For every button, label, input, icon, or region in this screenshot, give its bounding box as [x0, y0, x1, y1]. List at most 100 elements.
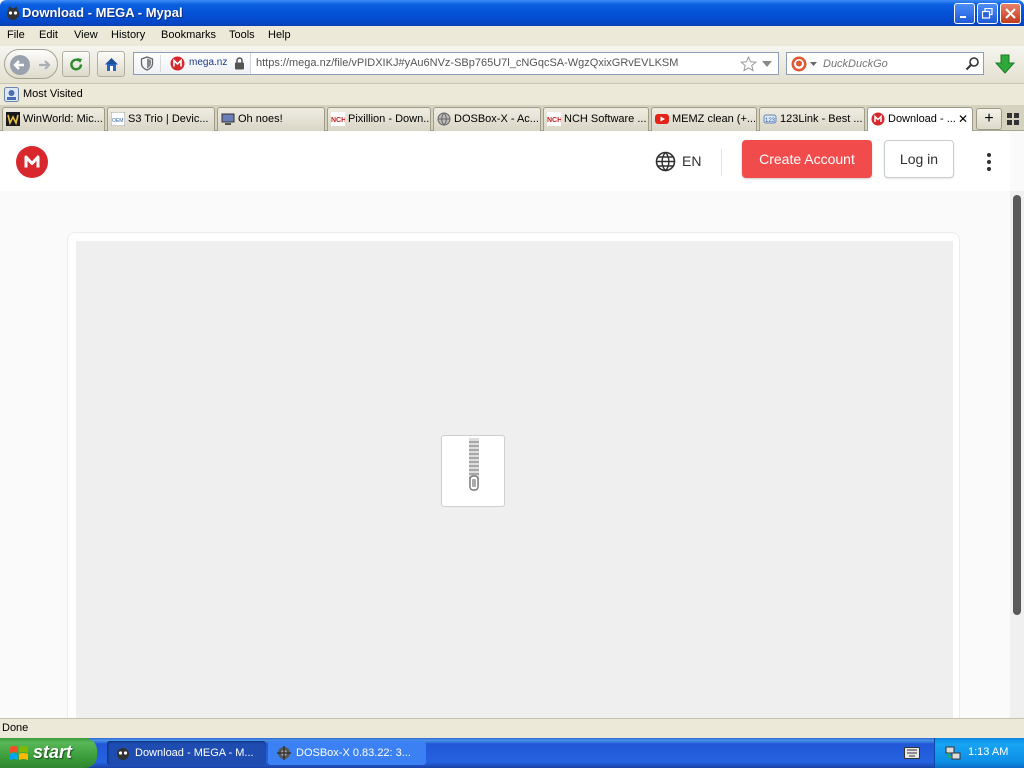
menu-bar: File Edit View History Bookmarks Tools H…: [0, 26, 1024, 46]
close-window-button[interactable]: [1000, 3, 1021, 24]
minimize-button[interactable]: [954, 3, 975, 24]
tab-nch-software[interactable]: NCH NCH Software ...: [543, 107, 649, 131]
nch-icon: NCH: [547, 112, 561, 126]
svg-text:123: 123: [765, 118, 776, 124]
login-button[interactable]: Log in: [884, 140, 954, 178]
create-account-button[interactable]: Create Account: [742, 140, 872, 178]
menu-tools[interactable]: Tools: [229, 29, 255, 41]
oem-icon: OEM: [111, 112, 125, 126]
status-bar: Done: [0, 718, 1024, 738]
navigation-toolbar: mega.nz https://mega.nz/file/vPIDXIKJ#yA…: [0, 46, 1024, 84]
search-input[interactable]: [823, 56, 953, 72]
computer-icon: [221, 113, 235, 125]
menu-edit[interactable]: Edit: [39, 29, 58, 41]
youtube-icon: [655, 114, 669, 124]
most-visited-folder-icon: [4, 87, 19, 102]
tab-label: DOSBox-X - Ac...: [454, 113, 539, 125]
menu-help[interactable]: Help: [268, 29, 291, 41]
forward-arrow-icon[interactable]: [36, 57, 52, 73]
reload-button[interactable]: [62, 51, 90, 77]
tab-winworld[interactable]: WinWorld: Mic...: [2, 107, 105, 131]
zip-file-icon: [441, 435, 505, 507]
search-bar[interactable]: [786, 52, 984, 75]
mega-favicon-icon: [170, 56, 185, 71]
tab-label: 123Link - Best ...: [780, 113, 863, 125]
restore-icon: [982, 8, 993, 19]
search-engine-dropdown-icon[interactable]: [810, 62, 817, 67]
system-tray: 1:13 AM: [934, 738, 1024, 768]
zip-zipper-icon: [469, 438, 479, 491]
more-options-icon[interactable]: [984, 152, 994, 172]
tab-label: MEMZ clean (+...: [672, 113, 757, 125]
most-visited-label: Most Visited: [23, 88, 83, 100]
menu-view[interactable]: View: [74, 29, 98, 41]
dosbox-app-icon: [277, 746, 291, 760]
taskbar-item-mypal[interactable]: Download - MEGA - M...: [107, 741, 266, 765]
back-forward-group: [4, 49, 58, 79]
tab-strip: WinWorld: Mic... OEM S3 Trio | Devic... …: [0, 105, 1024, 132]
taskbar-item-label: Download - MEGA - M...: [135, 747, 254, 759]
windows-taskbar: start Download - MEGA - M... DOSBox-X 0.…: [0, 738, 1024, 768]
tab-label: Pixillion - Down...: [348, 113, 431, 125]
all-tabs-grid-icon[interactable]: [1007, 113, 1019, 125]
bookmarks-toolbar: Most Visited: [0, 84, 1024, 105]
menu-file[interactable]: File: [7, 29, 25, 41]
network-icon[interactable]: [945, 745, 961, 761]
clock[interactable]: 1:13 AM: [968, 746, 1008, 758]
tab-dosbox-x[interactable]: DOSBox-X - Ac...: [433, 107, 541, 131]
start-label: start: [33, 742, 73, 762]
start-button[interactable]: start: [0, 738, 97, 768]
lock-icon: [235, 57, 244, 70]
home-button[interactable]: [97, 51, 125, 77]
mypal-app-icon: [7, 6, 19, 20]
mega-logo[interactable]: [16, 146, 48, 178]
tab-label: WinWorld: Mic...: [23, 113, 103, 125]
tab-mega-download[interactable]: Download - ... ✕: [867, 107, 973, 132]
download-arrow-icon[interactable]: [994, 54, 1016, 74]
scrollbar-thumb[interactable]: [1013, 195, 1021, 615]
nch-icon: NCH: [331, 112, 345, 126]
menu-bookmarks[interactable]: Bookmarks: [161, 29, 216, 41]
duckduckgo-icon[interactable]: [791, 56, 807, 72]
windows-logo-icon: [10, 746, 28, 760]
keyboard-icon[interactable]: [904, 747, 920, 759]
address-bar[interactable]: mega.nz https://mega.nz/file/vPIDXIKJ#yA…: [133, 52, 779, 75]
globe-icon: [437, 112, 451, 126]
bookmark-star-icon[interactable]: [740, 56, 757, 72]
mypal-app-icon: [117, 748, 129, 760]
menu-history[interactable]: History: [111, 29, 145, 41]
link-icon: 123: [763, 114, 777, 124]
file-preview-area: [76, 241, 953, 718]
maximize-button[interactable]: [977, 3, 998, 24]
url-text[interactable]: https://mega.nz/file/vPIDXIKJ#yAu6NVz-SB…: [256, 57, 736, 69]
page-scrollbar[interactable]: [1010, 191, 1024, 718]
search-icon[interactable]: [965, 56, 980, 71]
svg-text:OEM: OEM: [112, 118, 123, 124]
mega-header: EN Create Account Log in: [0, 131, 1010, 191]
taskbar-item-dosbox[interactable]: DOSBox-X 0.83.22: 3...: [268, 741, 426, 765]
tab-memz-clean[interactable]: MEMZ clean (+...: [651, 107, 757, 131]
svg-text:NCH: NCH: [547, 117, 561, 124]
tab-label: S3 Trio | Devic...: [128, 113, 209, 125]
url-dropdown-icon[interactable]: [762, 61, 772, 68]
back-arrow-icon[interactable]: [9, 54, 31, 76]
tab-close-icon[interactable]: ✕: [958, 112, 968, 126]
window-titlebar[interactable]: Download - MEGA - Mypal: [0, 0, 1024, 26]
tab-label: Oh noes!: [238, 113, 283, 125]
page-viewport: EN Create Account Log in: [0, 131, 1024, 718]
tab-pixillion[interactable]: NCH Pixillion - Down...: [327, 107, 431, 131]
taskbar-item-label: DOSBox-X 0.83.22: 3...: [296, 747, 411, 759]
tab-s3-trio[interactable]: OEM S3 Trio | Devic...: [107, 107, 215, 131]
identity-domain: mega.nz: [189, 57, 228, 68]
home-icon: [105, 58, 118, 71]
mega-icon: [871, 112, 885, 126]
window-title: Download - MEGA - Mypal: [22, 5, 183, 20]
reload-icon: [70, 58, 83, 71]
mega-m-icon: [24, 155, 40, 168]
minimize-icon: [960, 16, 966, 18]
tab-oh-noes[interactable]: Oh noes!: [217, 107, 325, 131]
new-tab-button[interactable]: +: [976, 108, 1002, 130]
winworld-icon: [6, 112, 20, 126]
tab-123link[interactable]: 123 123Link - Best ...: [759, 107, 865, 131]
site-identity-box[interactable]: mega.nz: [134, 53, 251, 74]
